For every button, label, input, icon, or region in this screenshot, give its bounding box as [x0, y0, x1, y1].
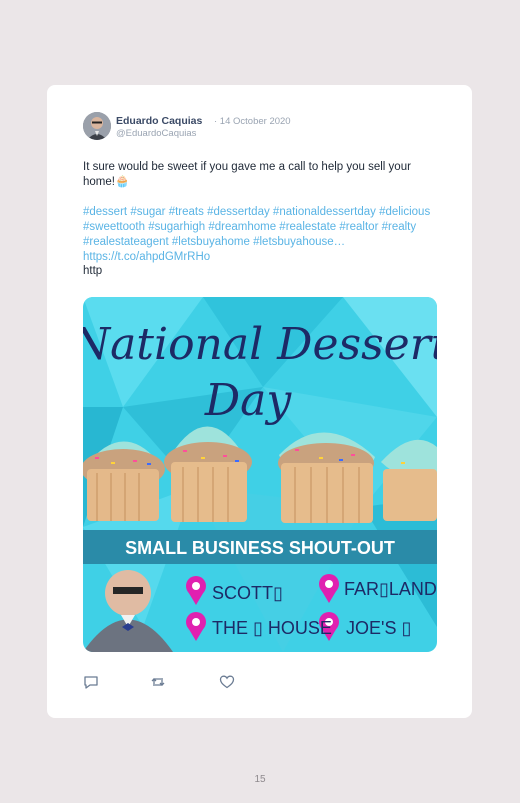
- tweet-text: It sure would be sweet if you gave me a …: [83, 161, 411, 188]
- hashtag[interactable]: #sugarhigh: [148, 221, 205, 233]
- hashtag[interactable]: #dessertday: [207, 206, 270, 218]
- promo-banner-text: SMALL BUSINESS SHOUT-OUT: [125, 538, 395, 558]
- retweet-icon: [151, 678, 165, 686]
- reply-button[interactable]: [83, 674, 99, 690]
- hashtag[interactable]: #realestate: [279, 221, 336, 233]
- hashtag[interactable]: #delicious: [379, 206, 430, 218]
- hashtag[interactable]: #realtor: [339, 221, 378, 233]
- author-name[interactable]: Eduardo Caquias: [116, 115, 202, 127]
- shoutout-name: THE ▯ HOUSE: [212, 618, 332, 638]
- hashtag[interactable]: #dessert: [83, 206, 127, 218]
- hashtag-block: #dessert #sugar #treats #dessertday #nat…: [83, 205, 443, 265]
- author-handle[interactable]: @EduardoCaquias: [116, 128, 196, 139]
- hashtag[interactable]: #sugar: [130, 206, 165, 218]
- avatar[interactable]: [83, 112, 111, 140]
- hashtag[interactable]: #dreamhome: [208, 221, 276, 233]
- shoutout-name: FAR▯LAND: [344, 579, 437, 599]
- shoutout-name: JOE'S ▯: [346, 618, 411, 638]
- dessert-promo-graphic: National Dessert Day SMALL BUSINESS SHOU…: [83, 297, 437, 652]
- speech-bubble-icon: [84, 676, 98, 689]
- hashtag[interactable]: #nationaldessertday: [273, 206, 376, 218]
- hashtag[interactable]: #treats: [169, 206, 204, 218]
- hashtag[interactable]: #letsbuyahouse…: [253, 236, 345, 248]
- page-number: 15: [254, 774, 266, 785]
- hashtag[interactable]: #realty: [382, 221, 417, 233]
- heart-icon: [219, 675, 235, 689]
- tweet-link[interactable]: https://t.co/ahpdGMrRHo: [83, 251, 210, 263]
- retweet-button[interactable]: [150, 674, 166, 690]
- hashtag[interactable]: #sweettooth: [83, 221, 145, 233]
- like-button[interactable]: [219, 674, 235, 690]
- promo-title-line1: National Dessert: [83, 319, 437, 370]
- hashtag[interactable]: #letsbuyahome: [172, 236, 250, 248]
- hashtag[interactable]: #realestateagent: [83, 236, 169, 248]
- tweet-media-image[interactable]: National Dessert Day SMALL BUSINESS SHOU…: [83, 297, 437, 652]
- avatar-image: [83, 112, 111, 140]
- post-date: · 14 October 2020: [214, 116, 291, 127]
- truncated-link-text: http: [83, 265, 103, 277]
- shoutout-name: SCOTT▯: [212, 583, 283, 603]
- promo-title-line2: Day: [204, 375, 293, 426]
